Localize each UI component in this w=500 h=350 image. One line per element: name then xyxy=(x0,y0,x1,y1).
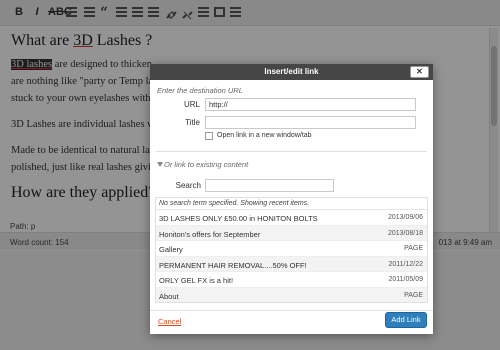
url-label: URL xyxy=(183,100,200,109)
result-info: 2013/09/06 xyxy=(387,214,423,221)
result-info: 2011/05/09 xyxy=(388,276,423,283)
result-title: Gallery xyxy=(159,245,183,254)
result-info: PAGE xyxy=(404,291,423,299)
title-input[interactable] xyxy=(205,116,416,129)
result-row[interactable]: Honiton's offers for September 2013/08/1… xyxy=(156,225,427,241)
destination-label: Enter the destination URL xyxy=(157,86,243,95)
result-title: ORLY GEL FX is a hit! xyxy=(159,276,234,285)
dialog-titlebar: Insert/edit link ✕ xyxy=(150,64,433,80)
close-button[interactable]: ✕ xyxy=(410,66,429,78)
result-title: PERMANENT HAIR REMOVAL....50% OFF! xyxy=(159,260,307,270)
result-title: 3D LASHES ONLY £50.00 in HONITON BOLTS xyxy=(159,214,318,223)
result-row[interactable]: ORLY GEL FX is a hit! 2011/05/09 xyxy=(156,272,427,288)
result-row[interactable]: About PAGE xyxy=(156,287,427,302)
existing-content-toggle[interactable]: Or link to existing content xyxy=(164,160,248,169)
result-info: 2013/08/18 xyxy=(387,229,423,237)
result-info: 2011/12/22 xyxy=(388,260,423,268)
url-input[interactable]: http:// xyxy=(205,98,416,111)
result-title: About xyxy=(159,291,179,301)
add-link-button[interactable]: Add Link xyxy=(385,312,427,328)
toggle-arrow-icon[interactable] xyxy=(157,162,163,167)
result-row[interactable]: PERMANENT HAIR REMOVAL....50% OFF! 2011/… xyxy=(156,256,427,272)
new-tab-label: Open link in a new window/tab xyxy=(217,132,312,139)
result-info: PAGE xyxy=(404,245,423,252)
section-divider xyxy=(156,151,427,152)
search-input[interactable] xyxy=(205,179,334,192)
results-list: No search term specified. Showing recent… xyxy=(155,197,428,303)
footer-divider xyxy=(150,310,433,311)
insert-link-dialog: Insert/edit link ✕ Enter the destination… xyxy=(150,64,433,334)
result-title: Honiton's offers for September xyxy=(159,229,261,239)
title-label: Title xyxy=(185,118,200,127)
cancel-link[interactable]: Cancel xyxy=(158,317,181,326)
new-tab-checkbox[interactable] xyxy=(205,132,213,140)
result-row[interactable]: Gallery PAGE xyxy=(156,241,427,257)
results-note: No search term specified. Showing recent… xyxy=(156,198,427,210)
result-row[interactable]: 3D LASHES ONLY £50.00 in HONITON BOLTS 2… xyxy=(156,210,427,226)
dialog-title: Insert/edit link xyxy=(264,67,319,76)
search-label: Search xyxy=(175,181,201,190)
